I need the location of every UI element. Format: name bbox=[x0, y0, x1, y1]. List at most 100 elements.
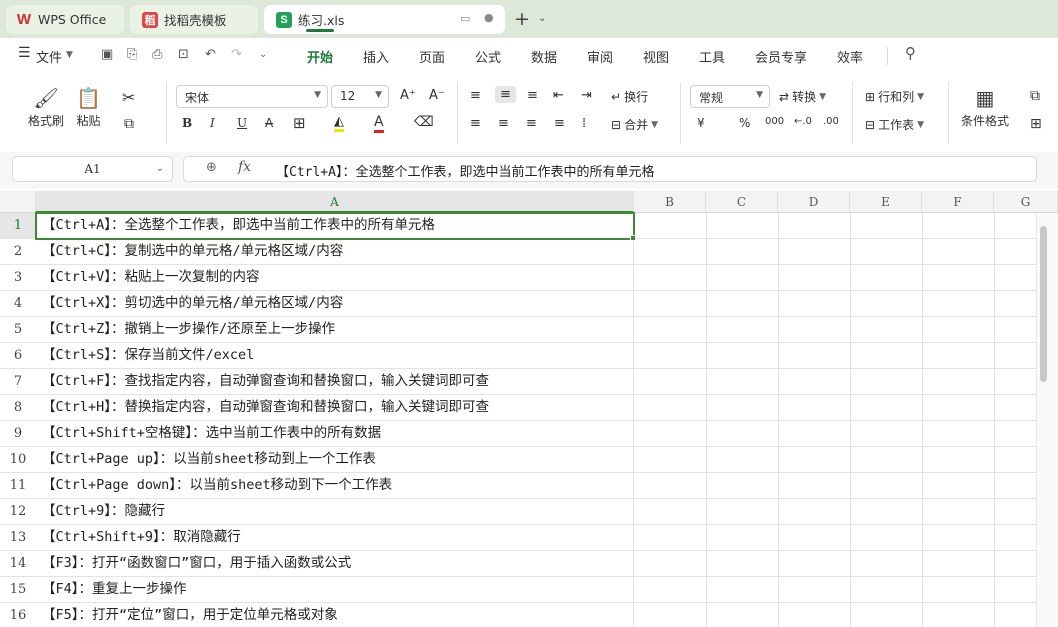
conditional-format-button[interactable]: ▦ 条件格式 bbox=[961, 84, 1009, 129]
monitor-icon[interactable]: ▭ bbox=[460, 12, 470, 25]
italic-button[interactable]: I bbox=[210, 116, 215, 130]
paste-button[interactable]: 📋 粘贴 bbox=[76, 84, 101, 129]
row-header[interactable]: 1 bbox=[0, 213, 36, 239]
column-header-d[interactable]: D bbox=[778, 191, 850, 213]
redo-icon[interactable]: ↷ bbox=[231, 47, 242, 62]
font-name-select[interactable]: 宋体 ▼ bbox=[176, 85, 328, 108]
tab-wps-office[interactable]: W WPS Office bbox=[6, 5, 124, 34]
eraser-icon[interactable]: ⌫ bbox=[414, 114, 434, 130]
indent-icon[interactable]: ⇥ bbox=[581, 88, 592, 103]
search-icon[interactable]: ⚲ bbox=[905, 44, 916, 62]
chevron-down-icon[interactable]: ⌄ bbox=[156, 157, 164, 181]
row-header[interactable]: 8 bbox=[0, 395, 36, 421]
close-dot-icon[interactable]: ● bbox=[484, 11, 494, 24]
worksheet-button[interactable]: ⊟ 工作表 ▼ bbox=[865, 116, 924, 133]
save-icon[interactable]: ▣ bbox=[101, 47, 113, 62]
decrease-font-button[interactable]: A⁻ bbox=[429, 88, 445, 103]
outdent-icon[interactable]: ⇤ bbox=[553, 88, 564, 103]
align-middle-icon[interactable]: ≡ bbox=[495, 86, 516, 103]
row-header[interactable]: 14 bbox=[0, 551, 36, 577]
column-header-g[interactable]: G bbox=[994, 191, 1058, 213]
thousands-button[interactable]: 000 bbox=[765, 116, 784, 127]
cell-a[interactable]: 【Ctrl+X】：剪切选中的单元格/单元格区域/内容 bbox=[36, 291, 634, 316]
column-header-f[interactable]: F bbox=[922, 191, 994, 213]
zoom-icon[interactable]: ⊕ bbox=[206, 160, 217, 175]
border-icon[interactable]: ⊞ bbox=[293, 114, 306, 132]
copy-icon[interactable]: ⧉ bbox=[124, 116, 134, 132]
menu-data[interactable]: 数据 bbox=[531, 47, 557, 66]
name-box[interactable]: A1 ⌄ bbox=[12, 156, 173, 182]
menu-member[interactable]: 会员专享 bbox=[755, 47, 807, 66]
tab-template[interactable]: 稻 找稻壳模板 bbox=[130, 5, 258, 34]
cell-a[interactable]: 【Ctrl+C】：复制选中的单元格/单元格区域/内容 bbox=[36, 239, 634, 264]
menu-page[interactable]: 页面 bbox=[419, 47, 445, 66]
cell-style-icon[interactable]: ⧉ bbox=[1030, 88, 1040, 104]
row-header[interactable]: 3 bbox=[0, 265, 36, 291]
distributed-icon[interactable]: ⁞ bbox=[582, 116, 586, 131]
function-icon[interactable]: fx bbox=[238, 159, 251, 175]
bold-button[interactable]: B bbox=[182, 116, 192, 130]
currency-button[interactable]: ¥ bbox=[697, 116, 705, 130]
cell-a[interactable]: 【Ctrl+V】：粘贴上一次复制的内容 bbox=[36, 265, 634, 290]
convert-button[interactable]: ⇄ 转换 ▼ bbox=[779, 88, 826, 105]
increase-font-button[interactable]: A⁺ bbox=[400, 88, 416, 103]
row-header[interactable]: 9 bbox=[0, 421, 36, 447]
row-header[interactable]: 12 bbox=[0, 499, 36, 525]
align-right-icon[interactable]: ≡ bbox=[526, 116, 537, 131]
align-left-icon[interactable]: ≡ bbox=[470, 116, 481, 131]
print-icon[interactable]: ⎙ bbox=[152, 47, 162, 62]
row-header[interactable]: 4 bbox=[0, 291, 36, 317]
merge-button[interactable]: ⊟ 合并 ▼ bbox=[611, 116, 658, 133]
cell-a[interactable]: 【F5】：打开“定位”窗口，用于定位单元格或对象 bbox=[36, 603, 634, 627]
row-header[interactable]: 5 bbox=[0, 317, 36, 343]
cell-a[interactable]: 【Ctrl+Page down】：以当前sheet移动到下一个工作表 bbox=[36, 473, 634, 498]
cell-a[interactable]: 【Ctrl+Shift+空格键】：选中当前工作表中的所有数据 bbox=[36, 421, 634, 446]
new-tab-icon[interactable]: + bbox=[514, 10, 530, 29]
cell-a[interactable]: 【Ctrl+H】：替换指定内容，自动弹窗查询和替换窗口，输入关键词即可查 bbox=[36, 395, 634, 420]
export-icon[interactable]: ⎘ bbox=[127, 47, 137, 62]
row-header[interactable]: 7 bbox=[0, 369, 36, 395]
cell-a[interactable]: 【Ctrl+Z】：撤销上一步操作/还原至上一步操作 bbox=[36, 317, 634, 342]
menu-review[interactable]: 审阅 bbox=[587, 47, 613, 66]
column-header-e[interactable]: E bbox=[850, 191, 922, 213]
formula-input[interactable]: ⊕ fx 【Ctrl+A】：全选整个工作表，即选中当前工作表中的所有单元格 bbox=[183, 156, 1037, 182]
font-color-button[interactable]: A bbox=[374, 114, 384, 133]
select-all-corner[interactable] bbox=[0, 191, 36, 213]
align-bottom-icon[interactable]: ≡ bbox=[527, 88, 538, 103]
print-preview-icon[interactable]: ⊡ bbox=[178, 47, 189, 62]
menu-insert[interactable]: 插入 bbox=[363, 47, 389, 66]
chevron-down-icon[interactable]: ⌄ bbox=[538, 13, 546, 24]
column-header-b[interactable]: B bbox=[634, 191, 706, 213]
row-header[interactable]: 16 bbox=[0, 603, 36, 627]
row-header[interactable]: 11 bbox=[0, 473, 36, 499]
hamburger-icon[interactable]: ☰ bbox=[18, 45, 31, 61]
menu-efficiency[interactable]: 效率 bbox=[837, 47, 863, 66]
column-header-a[interactable]: A bbox=[36, 191, 634, 213]
format-painter-button[interactable]: 🖌 格式刷 bbox=[28, 84, 64, 129]
menu-file[interactable]: 文件 bbox=[36, 47, 62, 66]
menu-tools[interactable]: 工具 bbox=[699, 47, 725, 66]
row-header[interactable]: 13 bbox=[0, 525, 36, 551]
cell-a[interactable]: 【Ctrl+9】：隐藏行 bbox=[36, 499, 634, 524]
chevron-down-icon[interactable]: ▼ bbox=[66, 50, 73, 60]
justify-icon[interactable]: ≡ bbox=[554, 116, 565, 131]
increase-decimal-button[interactable]: ←.0 bbox=[794, 116, 812, 127]
menu-view[interactable]: 视图 bbox=[643, 47, 669, 66]
align-top-icon[interactable]: ≡ bbox=[470, 88, 481, 103]
undo-icon[interactable]: ↶ bbox=[205, 47, 216, 62]
row-header[interactable]: 6 bbox=[0, 343, 36, 369]
fill-handle[interactable] bbox=[630, 235, 636, 241]
cell-a[interactable]: 【F3】：打开“函数窗口”窗口，用于插入函数或公式 bbox=[36, 551, 634, 576]
menu-formula[interactable]: 公式 bbox=[475, 47, 501, 66]
chevron-down-icon[interactable]: ⌄ bbox=[259, 49, 267, 60]
scrollbar-thumb[interactable] bbox=[1040, 226, 1047, 382]
row-header[interactable]: 2 bbox=[0, 239, 36, 265]
cell-a[interactable]: 【Ctrl+F】：查找指定内容，自动弹窗查询和替换窗口，输入关键词即可查 bbox=[36, 369, 634, 394]
percent-button[interactable]: % bbox=[739, 116, 750, 130]
cell-a[interactable]: 【Ctrl+Shift+9】：取消隐藏行 bbox=[36, 525, 634, 550]
decrease-decimal-button[interactable]: .00 bbox=[823, 116, 839, 127]
number-format-select[interactable]: 常规 ▼ bbox=[690, 85, 770, 108]
row-header[interactable]: 10 bbox=[0, 447, 36, 473]
align-center-icon[interactable]: ≡ bbox=[498, 116, 509, 131]
column-header-c[interactable]: C bbox=[706, 191, 778, 213]
